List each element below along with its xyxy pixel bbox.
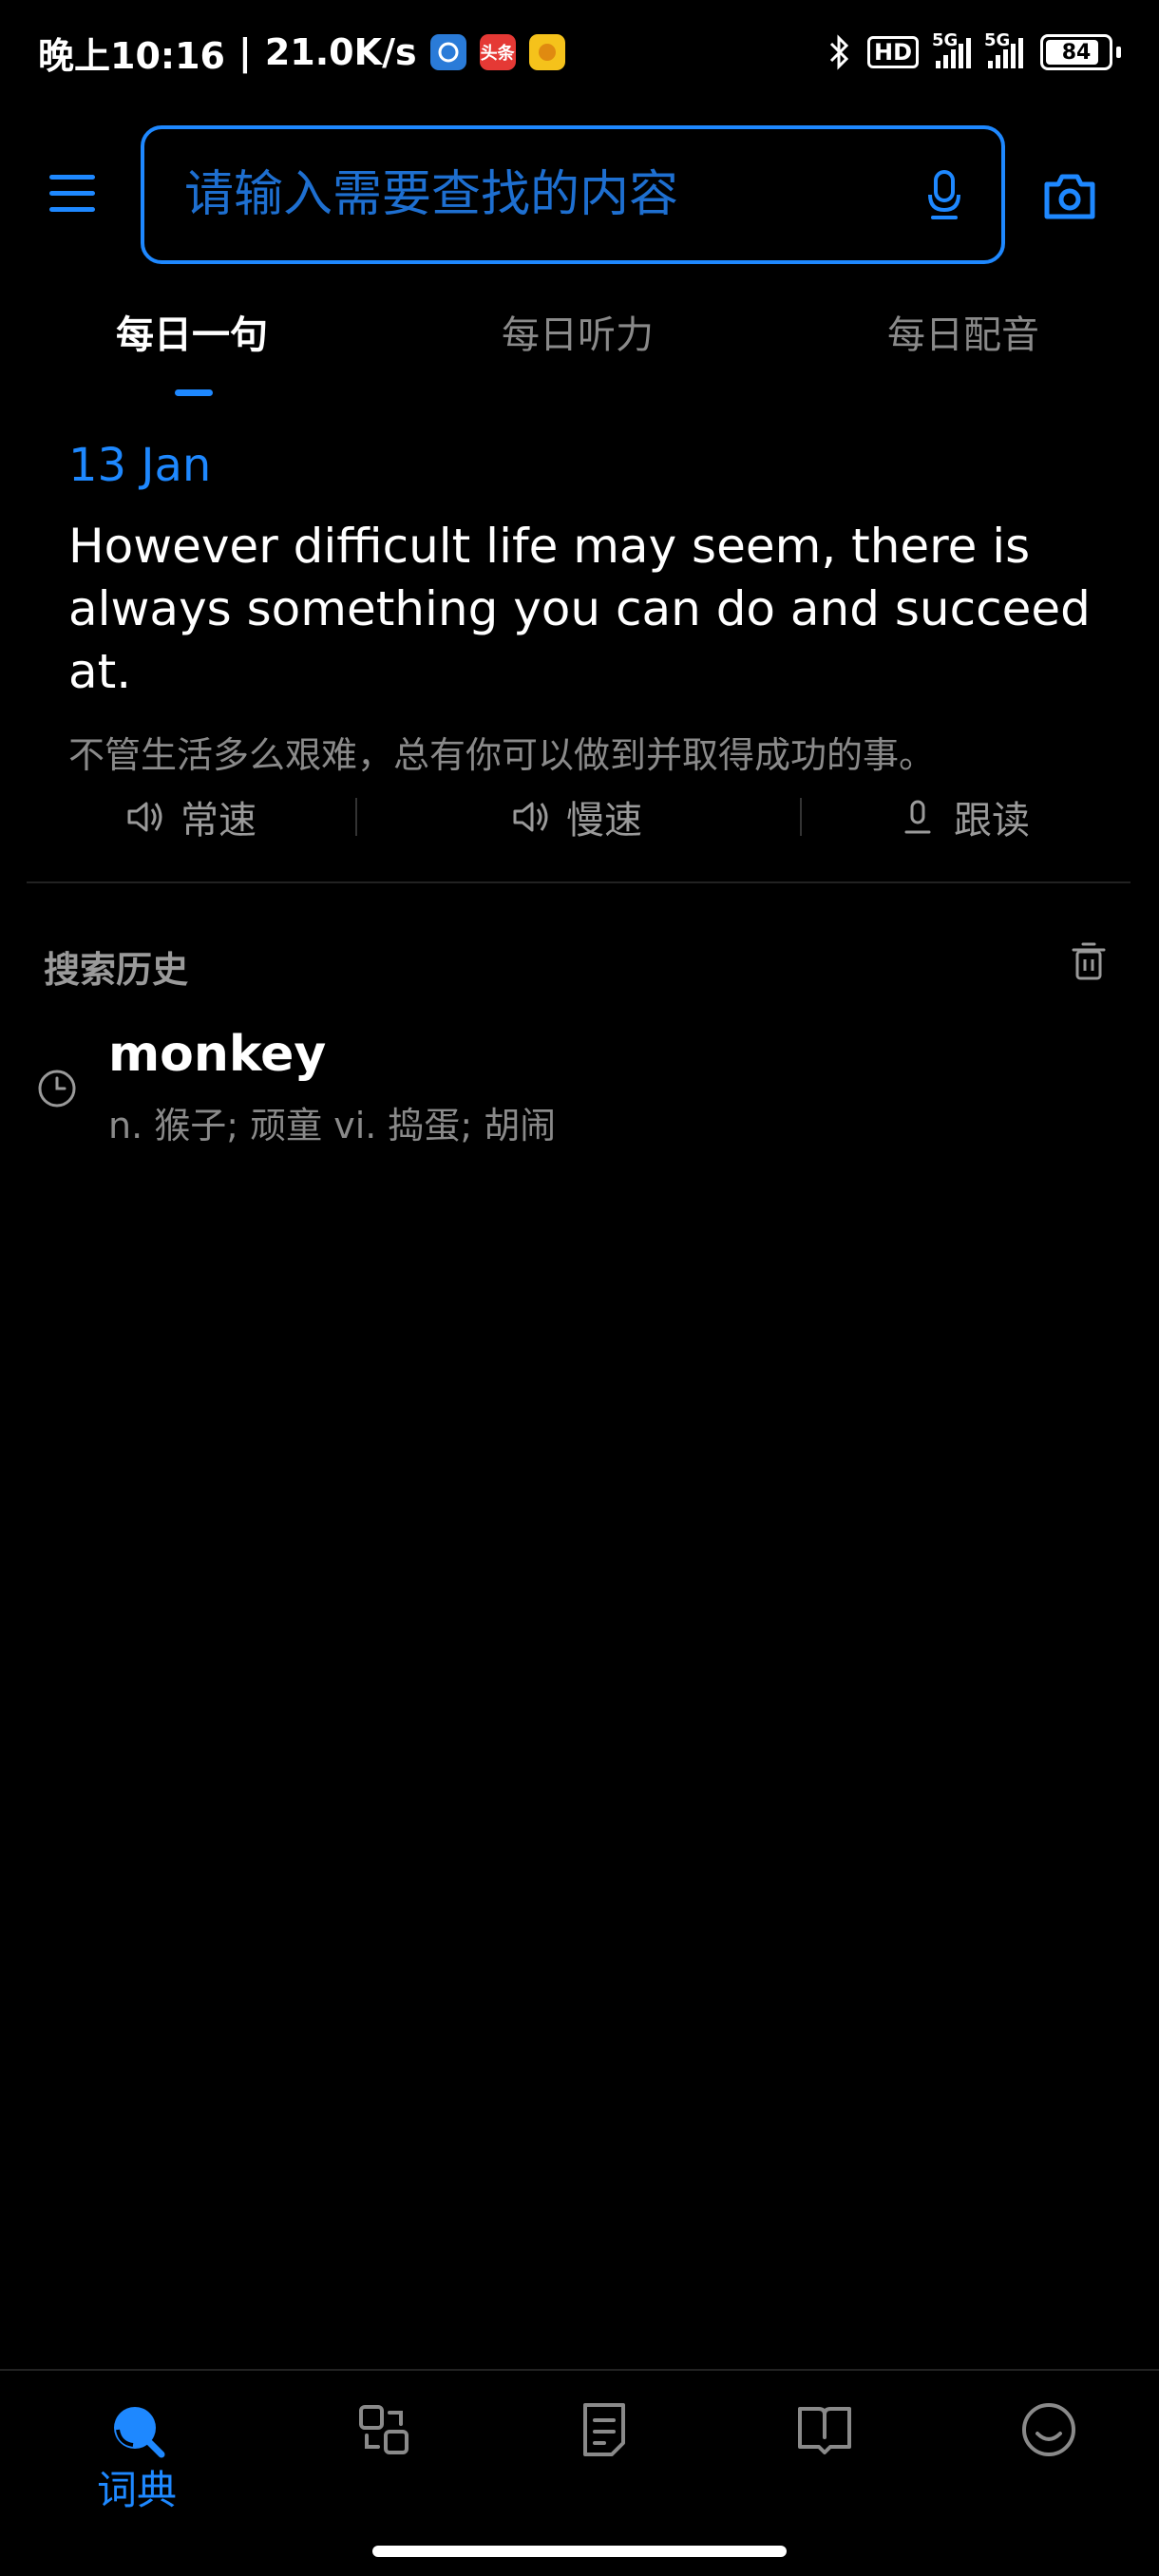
search-input[interactable]	[182, 165, 925, 224]
play-controls: 常速 慢速 跟读	[0, 779, 1159, 855]
browser-app-icon	[429, 34, 466, 70]
nav-translate[interactable]	[317, 2399, 450, 2464]
play-normal-button[interactable]: 常速	[124, 789, 256, 844]
speaker-icon	[513, 802, 548, 832]
bluetooth-icon	[829, 34, 849, 70]
battery-tip	[1116, 47, 1121, 58]
status-left: 晚上10:16 | 21.0K/s 头条	[38, 27, 565, 79]
microphone-icon	[904, 800, 931, 834]
home-indicator[interactable]	[372, 2546, 787, 2557]
search-icon	[114, 2407, 165, 2458]
tab-daily-sentence[interactable]: 每日一句	[49, 304, 334, 359]
tab-indicator	[175, 389, 213, 396]
header	[0, 125, 1159, 268]
daily-sentence-english: However difficult life may seem, there i…	[68, 519, 1091, 699]
history-definition: n. 猴子; 顽童 vi. 捣蛋; 胡闹	[108, 1105, 557, 1146]
signal-tag: 5G	[932, 30, 959, 50]
camera-icon[interactable]	[1041, 171, 1098, 222]
menu-icon[interactable]	[49, 175, 95, 218]
status-time: 晚上10:16	[38, 34, 225, 77]
history-list-item[interactable]: monkey n. 猴子; 顽童 vi. 捣蛋; 胡闹	[0, 1026, 1159, 1149]
clock-icon	[38, 1070, 76, 1108]
battery-level: 84	[1061, 40, 1092, 65]
nav-profile[interactable]	[982, 2399, 1115, 2464]
daily-sentence-card: 13 Jan However difficult life may seem, …	[68, 439, 1104, 778]
search-history-title: 搜索历史	[44, 949, 189, 991]
tab-daily-dubbing[interactable]: 每日配音	[821, 304, 1106, 359]
follow-read-button[interactable]: 跟读	[897, 789, 1030, 844]
battery-icon: 84	[1040, 34, 1112, 70]
status-separator: |	[238, 31, 252, 73]
daily-sentence-chinese: 不管生活多么艰难，总有你可以做到并取得成功的事。	[68, 734, 936, 776]
hd-voice-badge: HD	[866, 36, 919, 68]
nav-dictionary-label: 词典	[96, 2467, 177, 2513]
play-slow-label: 慢速	[566, 799, 642, 843]
nav-dictionary[interactable]: 词典	[70, 2399, 203, 2516]
nav-wordbook[interactable]	[758, 2399, 891, 2464]
section-divider	[27, 881, 1130, 883]
status-bar: 晚上10:16 | 21.0K/s 头条 HD 5G 5G 84	[0, 0, 1159, 104]
trash-icon[interactable]	[1068, 940, 1110, 982]
news-app-icon: 头条	[479, 34, 516, 70]
book-icon	[798, 2407, 851, 2454]
game-app-icon	[528, 34, 565, 70]
divider	[355, 798, 357, 836]
tabs: 每日一句 每日听力 每日配音	[0, 304, 1159, 408]
tab-daily-listening[interactable]: 每日听力	[435, 304, 720, 359]
signal-icon-2: 5G	[984, 30, 1023, 68]
nav-notes[interactable]	[538, 2399, 671, 2464]
follow-read-label: 跟读	[954, 799, 1030, 843]
microphone-icon[interactable]	[925, 166, 963, 223]
status-net-speed: 21.0K/s	[264, 31, 417, 73]
daily-date: 13 Jan	[68, 439, 212, 492]
status-right: HD 5G 5G 84	[827, 30, 1121, 70]
search-box[interactable]	[141, 125, 1005, 264]
translate-icon	[359, 2405, 408, 2454]
document-icon	[583, 2403, 625, 2456]
play-slow-button[interactable]: 慢速	[509, 789, 642, 844]
history-word: monkey	[108, 1026, 327, 1083]
play-normal-label: 常速	[180, 799, 256, 843]
smiley-face-icon	[1022, 2403, 1075, 2456]
divider	[800, 798, 802, 836]
signal-tag-2: 5G	[984, 30, 1011, 50]
signal-icon: 5G	[932, 30, 971, 68]
speaker-icon	[127, 802, 162, 832]
